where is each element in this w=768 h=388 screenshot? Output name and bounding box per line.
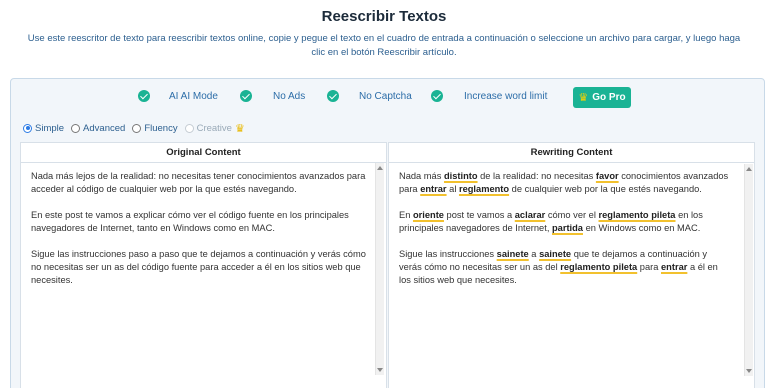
rewritten-text: de la realidad: no necesitas [477,171,596,181]
rewritten-text: Sigue las instrucciones [399,249,497,259]
scroll-up-icon[interactable] [377,166,383,170]
mode-fluency[interactable]: Fluency [132,122,178,134]
mode-creative[interactable]: Creative ♛ [184,122,245,135]
replaced-word[interactable]: sainete [497,249,529,259]
scroll-up-icon[interactable] [746,167,752,171]
mode-advanced[interactable]: Advanced [71,123,125,134]
rewritten-text: Nada más [399,171,444,181]
radio-icon[interactable] [184,123,194,133]
feature-bar: AI AI Mode No Ads No Captcha Increase wo… [11,88,764,110]
mode-label: Simple [35,122,65,134]
replaced-word[interactable]: reglamento [459,184,509,194]
mode-label: Fluency [144,122,178,134]
mode-selector: Simple Advanced Fluency Creative ♛ [23,121,252,135]
page-description: Use este reescritor de texto para reescr… [27,33,741,58]
check-circle-icon [138,90,150,102]
original-paragraph: Sigue las instrucciones paso a paso que … [31,249,366,285]
rewritten-text: de cualquier web por la que estés navega… [509,184,702,194]
rewritten-paragraph: En oriente post te vamos a aclarar cómo … [399,209,729,235]
rewriting-content-header: Rewriting Content [389,143,754,163]
replaced-word[interactable]: distinto [444,171,478,181]
original-content-editor[interactable]: Original Content Nada más lejos de la re… [20,142,387,388]
original-scrollbar[interactable] [375,163,384,375]
rewritten-text: post te vamos a [443,210,515,220]
radio-icon[interactable] [132,123,142,133]
original-text-area[interactable]: Nada más lejos de la realidad: no necesi… [21,163,386,287]
mode-label: Advanced [83,122,126,134]
scroll-down-icon[interactable] [377,368,383,372]
rewritten-text-area[interactable]: Nada más distinto de la realidad: no nec… [389,163,754,287]
replaced-word[interactable]: oriente [413,210,444,220]
feature-no-ads: No Ads [240,90,305,102]
radio-icon[interactable] [71,123,81,133]
go-pro-label: Go Pro [592,92,626,103]
original-content-header: Original Content [21,143,386,163]
feature-label: No Captcha [359,90,412,102]
rewritten-text: cómo ver el [545,210,599,220]
mode-label: Creative [196,122,232,134]
radio-checked-icon[interactable] [23,123,32,133]
crown-icon: ♛ [578,92,589,104]
replaced-word[interactable]: partida [552,223,583,233]
rewritten-text: para [637,262,661,272]
rewritten-text: al [446,184,459,194]
feature-increase-word-limit: Increase word limit [431,90,547,102]
mode-simple[interactable]: Simple [23,123,64,134]
rewriting-content-editor[interactable]: Rewriting Content Nada más distinto de l… [388,142,755,388]
rewritten-text: En [399,210,413,220]
feature-label: Increase word limit [464,90,548,102]
page-title: Reescribir Textos [321,8,447,25]
rewriter-panel: AI AI Mode No Ads No Captcha Increase wo… [10,78,765,388]
replaced-word[interactable]: favor [596,171,619,181]
check-circle-icon [431,90,443,102]
scroll-down-icon[interactable] [746,369,752,373]
replaced-word[interactable]: aclarar [515,210,546,220]
replaced-word[interactable]: reglamento pileta [599,210,676,220]
crown-icon: ♛ [234,122,245,135]
scrollbar[interactable] [744,164,753,376]
rewritten-paragraph: Sigue las instrucciones sainete a sainet… [399,248,729,287]
rewritten-paragraph: Nada más distinto de la realidad: no nec… [399,170,729,196]
feature-ai-mode: AI AI Mode [138,90,218,102]
replaced-word[interactable]: sainete [539,249,571,259]
original-paragraph: Nada más lejos de la realidad: no necesi… [31,171,366,194]
replaced-word[interactable]: entrar [420,184,446,194]
go-pro-button[interactable]: ♛ Go Pro [573,87,631,108]
original-paragraph: En este post te vamos a explicar cómo ve… [31,210,349,233]
rewritten-text: a [528,249,540,259]
feature-no-captcha: No Captcha [327,90,412,102]
rewritten-text: en Windows como en MAC. [582,223,701,233]
replaced-word[interactable]: reglamento pileta [560,262,637,272]
feature-label: No Ads [273,90,306,102]
check-circle-icon [240,90,252,102]
check-circle-icon [327,90,339,102]
replaced-word[interactable]: entrar [661,262,687,272]
feature-label: AI AI Mode [169,90,218,102]
